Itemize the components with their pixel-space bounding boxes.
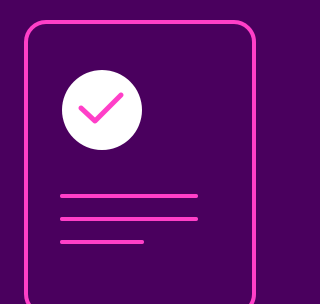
document-text-line — [60, 240, 144, 244]
illustration-canvas — [0, 0, 256, 304]
document-icon — [24, 20, 256, 304]
document-text-line — [60, 194, 198, 198]
document-text-line — [60, 217, 198, 221]
checkmark-icon — [78, 92, 124, 124]
check-badge — [62, 70, 142, 150]
